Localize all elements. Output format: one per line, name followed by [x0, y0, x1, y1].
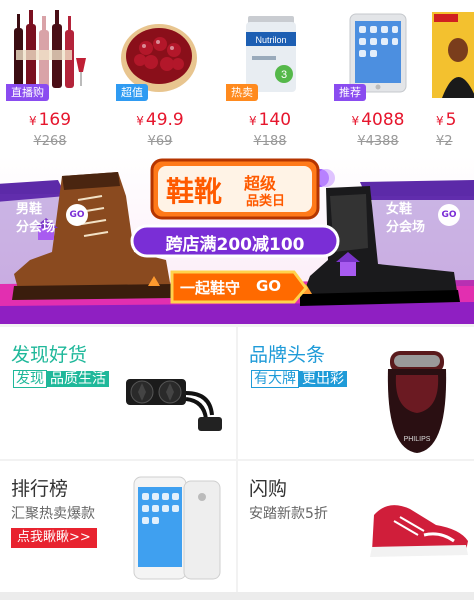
running-shoe-icon	[370, 505, 468, 557]
banner-title: 鞋靴 超级 品类日	[164, 170, 308, 210]
product-original-price: ¥69	[147, 134, 173, 149]
product-original-price: ¥2	[436, 134, 453, 149]
product-tag: 推荐	[334, 84, 366, 101]
product-card[interactable]: Nutrilon 3 热卖 ¥140 ¥188	[220, 0, 320, 156]
go-button[interactable]: GO	[66, 204, 88, 226]
ranking-section[interactable]: 排行榜 汇聚热卖爆款 点我瞅瞅>>	[0, 461, 236, 592]
brand-title: 品牌头条	[249, 344, 326, 366]
go-button[interactable]: GO	[438, 204, 460, 226]
svg-text:3: 3	[281, 69, 287, 81]
product-tag: 热卖	[226, 84, 258, 101]
flash-sale-section[interactable]: 闪购 安踏新款5折	[238, 461, 474, 592]
brand-section[interactable]: 品牌头条 有大牌 更出彩 PHILIPS	[238, 327, 474, 459]
product-tag: 超值	[116, 84, 148, 101]
product-price: ¥140	[248, 110, 292, 130]
product-price: ¥5	[436, 110, 457, 130]
product-price: ¥169	[28, 110, 72, 130]
flash-title: 闪购	[249, 478, 288, 500]
discover-title: 发现好货	[11, 344, 88, 366]
promo-text: 跨店满200减100	[165, 235, 305, 255]
brand-sub-a: 有大牌	[251, 370, 299, 388]
title-main: 鞋靴	[166, 175, 223, 208]
men-shoes-label-1: 男鞋	[16, 202, 43, 217]
title-small-2: 品类日	[246, 194, 286, 209]
women-shoes-label-1: 女鞋	[386, 202, 413, 217]
join-button[interactable]: 一起鞋守 GO	[178, 277, 302, 299]
product-card[interactable]: 超值 ¥49.9 ¥69	[110, 0, 210, 156]
brand-sub: 有大牌 更出彩	[249, 369, 349, 389]
brand-sub-b: 更出彩	[299, 371, 347, 387]
discover-sub: 发现 品质生活	[11, 369, 111, 389]
magazine-icon	[432, 12, 474, 98]
men-shoes-label-2: 分会场	[16, 220, 56, 235]
brand-logo-text: PHILIPS	[404, 436, 431, 443]
product-tag: 直播购	[6, 84, 49, 101]
join-button-text: 一起鞋守	[180, 279, 241, 297]
product-original-price: ¥188	[253, 134, 287, 149]
join-button-go: GO	[256, 277, 282, 295]
product-card[interactable]: ¥5 ¥2	[426, 0, 474, 156]
discover-sub-a: 发现	[13, 370, 47, 388]
shoes-promo-banner[interactable]: 男鞋 分会场 GO 女鞋 分会场 GO 鞋靴 超级 品类日 跨店满200减100…	[0, 156, 474, 324]
men-shoes-badge[interactable]: 男鞋 分会场 GO	[10, 196, 90, 244]
product-original-price: ¥268	[33, 134, 67, 149]
flash-sub: 安踏新款5折	[249, 506, 328, 522]
product-price: ¥4088	[351, 110, 405, 130]
women-shoes-badge[interactable]: 女鞋 分会场 GO	[380, 196, 470, 244]
ranking-title: 排行榜	[11, 478, 69, 500]
ranking-cta-button[interactable]: 点我瞅瞅>>	[11, 528, 97, 548]
product-card[interactable]: 推荐 ¥4088 ¥4388	[328, 0, 428, 156]
bottom-divider	[0, 592, 474, 600]
product-price: ¥49.9	[136, 110, 184, 130]
product-original-price: ¥4388	[357, 134, 399, 149]
discover-sub-b: 品质生活	[47, 371, 109, 387]
svg-text:Nutrilon: Nutrilon	[255, 35, 286, 45]
product-card[interactable]: 直播购 ¥169 ¥268	[0, 0, 100, 156]
smartphone-icon	[133, 476, 221, 580]
discover-section[interactable]: 发现好货 发现 品质生活	[0, 327, 236, 459]
cpu-water-cooler-icon	[126, 379, 222, 431]
women-shoes-label-2: 分会场	[386, 220, 426, 235]
electric-shaver-icon: PHILIPS	[387, 351, 447, 453]
ranking-sub: 汇聚热卖爆款	[11, 506, 95, 522]
product-strip: 直播购 ¥169 ¥268 超值 ¥49.9 ¥69 Nutrilon 3 热卖…	[0, 0, 474, 156]
